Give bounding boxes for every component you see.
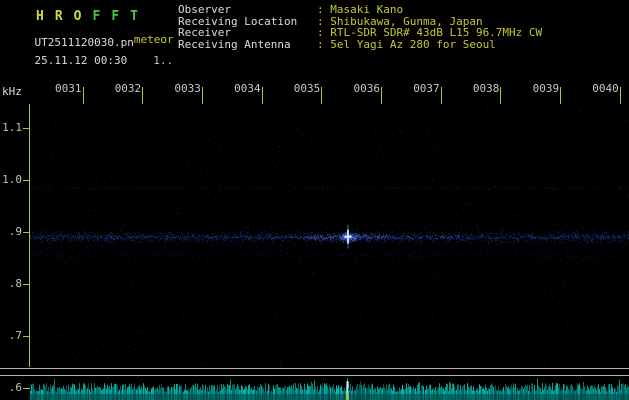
title-letter: O [73, 9, 82, 24]
app-title: HROFFT [36, 5, 149, 24]
time-tick-mark [82, 87, 84, 104]
freq-tick-label: .6 [8, 381, 22, 394]
freq-tick-label: .7 [8, 329, 22, 342]
time-tick-label: 0033 [174, 82, 201, 95]
datetime: 25.11.12 00:30 [34, 54, 128, 67]
time-tick-label: 0037 [413, 82, 440, 95]
freq-tick-mark [23, 388, 30, 389]
signal-level-canvas [30, 376, 629, 400]
time-tick-label: 0038 [472, 82, 500, 95]
title-letter: H [36, 9, 44, 24]
time-tick-mark [381, 87, 382, 104]
title-letter: R [54, 9, 63, 24]
spectrogram-canvas [30, 104, 629, 367]
time-tick-mark [560, 87, 562, 104]
title-letter: T [130, 9, 138, 24]
info-value: : 5el Yagi Az 280 for Seoul [317, 37, 496, 51]
time-tick-label: 0040 [592, 82, 619, 95]
time-tick-label: 0035 [293, 82, 321, 95]
time-tick-mark [619, 87, 621, 104]
freq-unit-label: kHz [2, 85, 22, 98]
time-tick-label: 0031 [55, 82, 82, 95]
time-tick-mark [201, 87, 203, 104]
info-block: Observer: Masaki Kano Receiving Location:… [178, 4, 542, 50]
time-tick-mark [440, 87, 442, 104]
info-label: Receiver [178, 26, 231, 39]
freq-tick-label: 1.0 [2, 173, 22, 186]
title-letter: F [111, 9, 120, 24]
time-tick-label: 0032 [114, 82, 142, 95]
time-tick-mark [142, 87, 144, 104]
time-tick-label: 0036 [353, 82, 381, 95]
time-tick-mark [261, 87, 263, 104]
time-tick-mark [500, 87, 502, 104]
datetime-line: 25.11.12 00:30 1.. [8, 41, 174, 80]
info-label: Observer [178, 3, 231, 16]
freq-tick-label: .8 [8, 277, 22, 290]
freq-tick-label: 1.1 [2, 121, 22, 134]
time-tick-mark [321, 87, 323, 104]
info-label: Receiving Antenna [178, 37, 291, 51]
title-letter: F [92, 9, 101, 24]
counter: 1.. [153, 54, 174, 67]
separator-line-upper [0, 368, 629, 369]
time-tick-label: 0034 [234, 82, 261, 95]
info-row: Receiving Antenna : 5el Yagi Az 280 for S… [178, 37, 542, 51]
time-tick-label: 0039 [532, 82, 560, 95]
hrofft-screen: HROFFT UT2511120030.pnmeteor 25.11.12 00… [0, 0, 629, 400]
freq-tick-label: .9 [8, 225, 22, 238]
